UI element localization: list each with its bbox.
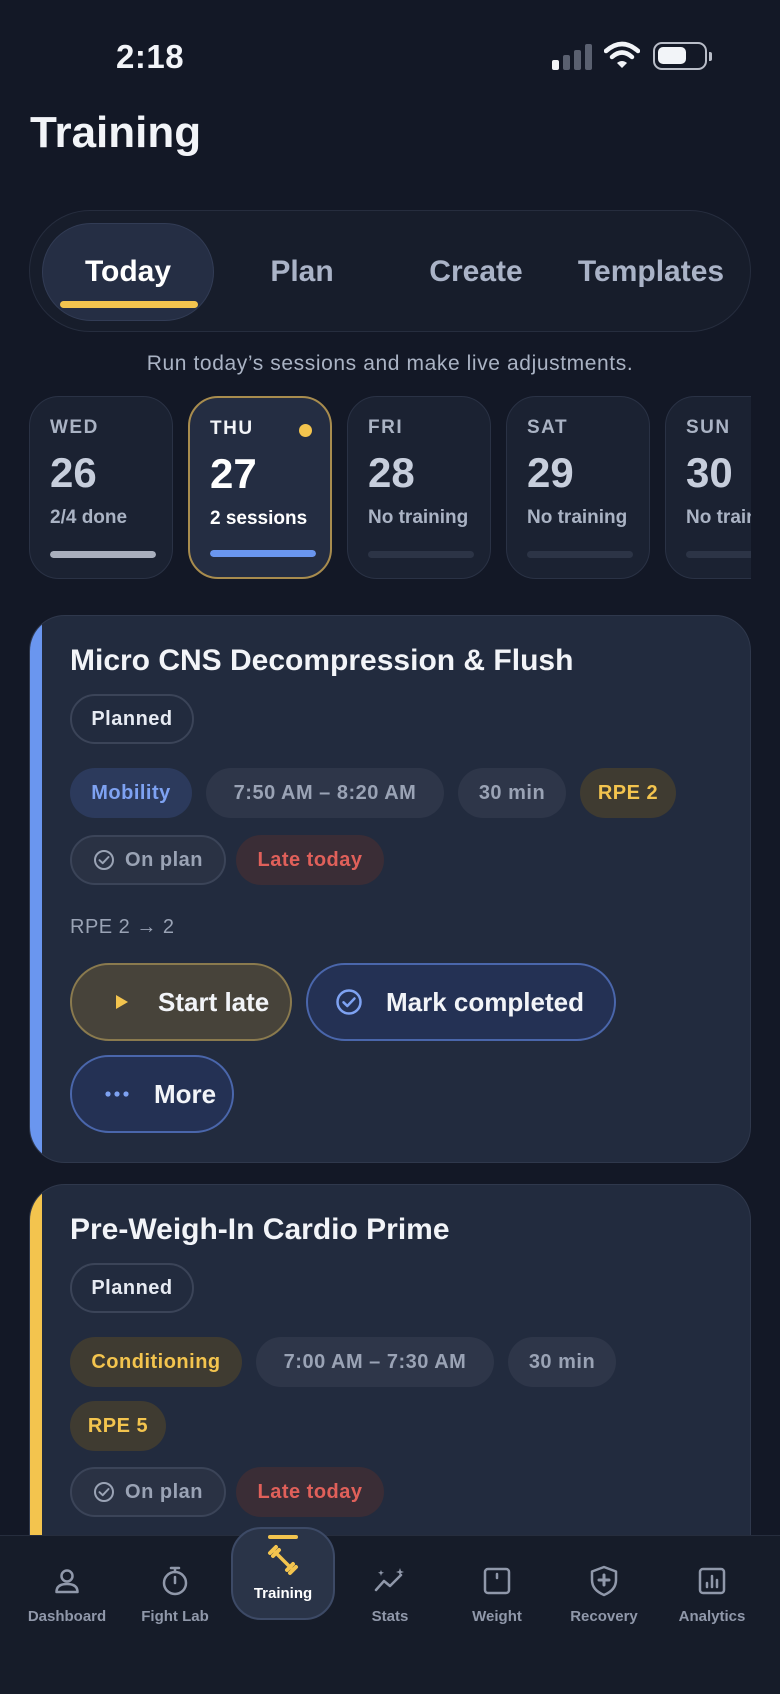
rpe-badge: RPE 2 bbox=[580, 768, 676, 818]
day-date: 29 bbox=[527, 449, 574, 496]
status-time: 2:18 bbox=[116, 38, 185, 75]
day-progress-bar bbox=[368, 551, 474, 558]
tab-today-label: Today bbox=[84, 255, 172, 288]
on-plan-badge: On plan bbox=[70, 1467, 226, 1517]
battery-icon bbox=[653, 42, 712, 70]
day-status: 2/4 done bbox=[50, 507, 128, 528]
play-icon bbox=[106, 987, 136, 1017]
day-card-thu[interactable]: THU 27 2 sessions bbox=[188, 396, 332, 579]
today-indicator-dot bbox=[299, 424, 312, 437]
mark-completed-button[interactable]: Mark completed bbox=[306, 963, 616, 1041]
wifi-icon bbox=[604, 41, 640, 68]
trend-sparkle-icon bbox=[373, 1564, 407, 1598]
nav-dashboard[interactable]: Dashboard bbox=[13, 1536, 121, 1646]
bar-chart-icon bbox=[695, 1564, 729, 1598]
late-badge: Late today bbox=[236, 1467, 384, 1517]
nav-recovery[interactable]: Recovery bbox=[550, 1536, 658, 1646]
start-late-label: Start late bbox=[158, 986, 270, 1017]
time-range-badge: 7:00 AM – 7:30 AM bbox=[256, 1337, 494, 1387]
stopwatch-icon bbox=[158, 1564, 192, 1598]
duration-badge: 30 min bbox=[508, 1337, 616, 1387]
day-card-wed[interactable]: WED 26 2/4 done bbox=[29, 396, 173, 579]
day-of-week: THU bbox=[210, 418, 254, 439]
day-selector: WED 26 2/4 done THU 27 2 sessions FRI 28… bbox=[29, 396, 751, 579]
nav-training[interactable]: Training bbox=[231, 1527, 335, 1620]
day-progress-bar bbox=[50, 551, 156, 558]
tab-create-label: Create bbox=[429, 255, 523, 288]
page-subtitle: Run today’s sessions and make live adjus… bbox=[146, 352, 634, 375]
day-progress-bar bbox=[210, 550, 316, 557]
person-icon bbox=[50, 1564, 84, 1598]
day-of-week: SUN bbox=[686, 417, 731, 438]
check-circle-icon bbox=[334, 987, 364, 1017]
mark-completed-label: Mark completed bbox=[386, 986, 584, 1017]
nav-stats[interactable]: Stats bbox=[336, 1536, 444, 1646]
on-plan-badge: On plan bbox=[70, 835, 226, 885]
time-range-badge: 7:50 AM – 8:20 AM bbox=[206, 768, 444, 818]
day-date: 30 bbox=[686, 449, 733, 496]
nav-label: Analytics bbox=[678, 1608, 746, 1625]
day-date: 27 bbox=[210, 450, 257, 497]
day-date: 28 bbox=[368, 449, 415, 496]
rpe-badge: RPE 5 bbox=[70, 1401, 166, 1451]
nav-fight-lab[interactable]: Fight Lab bbox=[121, 1536, 229, 1646]
check-circle-icon bbox=[94, 1482, 115, 1502]
on-plan-label: On plan bbox=[125, 848, 203, 871]
start-late-button[interactable]: Start late bbox=[70, 963, 292, 1041]
day-of-week: FRI bbox=[368, 417, 404, 438]
more-label: More bbox=[154, 1078, 217, 1109]
category-badge: Conditioning bbox=[70, 1337, 242, 1387]
nav-label: Stats bbox=[371, 1608, 409, 1625]
page-title: Training bbox=[30, 108, 202, 157]
session-title: Pre-Weigh-In Cardio Prime bbox=[70, 1213, 450, 1246]
duration-badge: 30 min bbox=[458, 768, 566, 818]
on-plan-label: On plan bbox=[125, 1480, 203, 1503]
status-bar: 2:18 bbox=[0, 0, 780, 110]
day-status: No training bbox=[686, 507, 751, 528]
scale-icon bbox=[480, 1564, 514, 1598]
category-badge: Mobility bbox=[70, 768, 192, 818]
rpe-change-note: RPE 2 → 2 bbox=[70, 916, 175, 938]
tab-active-indicator bbox=[60, 301, 198, 308]
segmented-tabs: Today Plan Create Templates bbox=[29, 210, 751, 332]
day-card-fri[interactable]: FRI 28 No training bbox=[347, 396, 491, 579]
tab-templates-label: Templates bbox=[577, 255, 725, 288]
late-badge: Late today bbox=[236, 835, 384, 885]
session-title: Micro CNS Decompression & Flush bbox=[70, 644, 574, 677]
nav-label: Training bbox=[253, 1585, 313, 1602]
day-status: No training bbox=[527, 507, 628, 528]
nav-label: Recovery bbox=[570, 1608, 638, 1625]
cellular-signal-icon bbox=[552, 44, 594, 70]
tab-templates[interactable]: Templates bbox=[565, 223, 737, 321]
tab-plan[interactable]: Plan bbox=[216, 223, 388, 321]
day-date: 26 bbox=[50, 449, 97, 496]
day-card-sat[interactable]: SAT 29 No training bbox=[506, 396, 650, 579]
more-button[interactable]: More bbox=[70, 1055, 234, 1133]
status-badge: Planned bbox=[70, 1263, 194, 1313]
day-of-week: WED bbox=[50, 417, 99, 438]
shield-plus-icon bbox=[587, 1564, 621, 1598]
tab-today[interactable]: Today bbox=[42, 223, 214, 321]
nav-label: Dashboard bbox=[27, 1608, 107, 1625]
bottom-navigation: Dashboard Fight Lab Training Stats Weigh… bbox=[0, 1527, 780, 1694]
day-status: 2 sessions bbox=[210, 508, 308, 529]
nav-weight[interactable]: Weight bbox=[443, 1536, 551, 1646]
day-card-sun[interactable]: SUN 30 No training bbox=[665, 396, 751, 579]
check-circle-icon bbox=[94, 850, 115, 870]
session-accent-bar bbox=[30, 616, 42, 1162]
nav-label: Weight bbox=[472, 1608, 522, 1625]
status-badge: Planned bbox=[70, 694, 194, 744]
day-status: No training bbox=[368, 507, 469, 528]
tab-create[interactable]: Create bbox=[390, 223, 562, 321]
day-progress-bar bbox=[686, 551, 751, 558]
day-progress-bar bbox=[527, 551, 633, 558]
more-dots-icon bbox=[102, 1079, 132, 1109]
day-of-week: SAT bbox=[527, 417, 569, 438]
nav-label: Fight Lab bbox=[141, 1608, 209, 1625]
tab-plan-label: Plan bbox=[270, 255, 334, 288]
dumbbell-icon bbox=[266, 1543, 300, 1577]
nav-analytics[interactable]: Analytics bbox=[658, 1536, 766, 1646]
nav-active-indicator bbox=[268, 1535, 298, 1539]
session-card[interactable]: Micro CNS Decompression & Flush Planned … bbox=[29, 615, 751, 1163]
